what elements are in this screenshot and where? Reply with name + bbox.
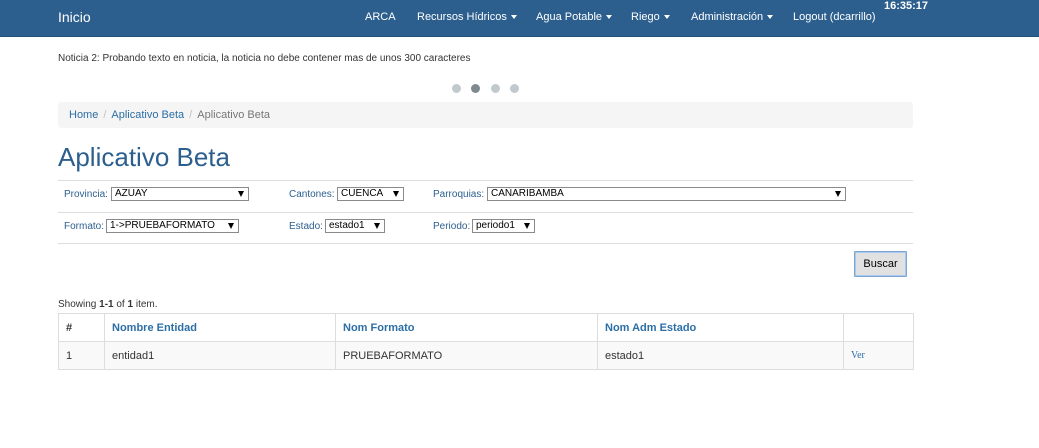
summary-range: 1-1 <box>99 299 114 310</box>
table-header-row: # Nombre Entidad Nom Formato Nom Adm Est… <box>58 313 914 342</box>
nav-item-label: Agua Potable <box>536 11 603 23</box>
nav-item-riego[interactable]: Riego <box>631 11 670 23</box>
caret-down-icon <box>510 15 517 20</box>
carousel-dot-4[interactable] <box>510 84 519 93</box>
periodo-value: periodo1 <box>476 220 515 231</box>
formato-select[interactable]: 1->PRUEBAFORMATO <box>106 219 239 233</box>
dropdown-arrow-icon <box>238 191 244 197</box>
formato-value: 1->PRUEBAFORMATO <box>110 220 215 231</box>
dropdown-arrow-icon <box>524 223 530 229</box>
periodo-label: Periodo: <box>433 221 471 232</box>
table-row: 1 entidad1 PRUEBAFORMATO estado1 Ver <box>58 341 914 370</box>
view-link[interactable]: Ver <box>843 341 914 370</box>
nav-item-agua-potable[interactable]: Agua Potable <box>536 11 613 23</box>
cell-nom-adm-estado: estado1 <box>597 341 844 370</box>
caret-down-icon <box>767 15 774 20</box>
nav-item-arca[interactable]: ARCA <box>365 11 396 23</box>
cell-nombre-entidad: entidad1 <box>104 341 336 370</box>
periodo-select[interactable]: periodo1 <box>472 219 535 233</box>
cell-number: 1 <box>58 341 105 370</box>
cantones-label: Cantones: <box>289 189 335 200</box>
estado-select[interactable]: estado1 <box>325 219 385 233</box>
summary-prefix: Showing <box>58 299 100 310</box>
column-header-nom-adm-estado[interactable]: Nom Adm Estado <box>597 313 844 342</box>
results-table: # Nombre Entidad Nom Formato Nom Adm Est… <box>58 313 914 370</box>
column-header-number: # <box>58 313 105 342</box>
filter-row-format: Formato: 1->PRUEBAFORMATO Estado: estado… <box>58 212 913 244</box>
breadcrumb-current: Aplicativo Beta <box>197 109 270 121</box>
estado-label: Estado: <box>289 221 323 232</box>
dropdown-arrow-icon <box>228 223 234 229</box>
breadcrumb: Home / Aplicativo Beta / Aplicativo Beta <box>58 102 913 128</box>
estado-value: estado1 <box>329 220 365 231</box>
summary-middle: of <box>113 299 128 310</box>
caret-down-icon <box>663 15 670 20</box>
dropdown-arrow-icon <box>835 191 841 197</box>
search-button[interactable]: Buscar <box>854 251 907 277</box>
provincia-select[interactable]: AZUAY <box>111 187 249 201</box>
top-navbar: Inicio ARCA Recursos Hídricos Agua Potab… <box>0 0 1039 37</box>
breadcrumb-separator: / <box>103 109 107 121</box>
nav-item-label: Riego <box>631 11 660 23</box>
caret-down-icon <box>606 15 613 20</box>
parroquias-label: Parroquias: <box>433 189 485 200</box>
dropdown-arrow-icon <box>374 223 380 229</box>
clock-display: 16:35:17 <box>884 0 929 12</box>
formato-label: Formato: <box>64 221 105 232</box>
summary-suffix: item. <box>133 299 158 310</box>
nav-item-label: Recursos Hídricos <box>417 11 507 23</box>
cell-nom-formato: PRUEBAFORMATO <box>335 341 598 370</box>
nav-item-label: Logout (dcarrillo) <box>793 11 876 23</box>
nav-item-label: Administración <box>691 11 764 23</box>
dropdown-arrow-icon <box>393 191 399 197</box>
column-header-actions <box>843 313 914 342</box>
carousel-dot-2[interactable] <box>471 84 480 93</box>
page-title: Aplicativo Beta <box>58 142 230 172</box>
provincia-label: Provincia: <box>64 189 108 200</box>
column-header-nombre-entidad[interactable]: Nombre Entidad <box>104 313 336 342</box>
column-header-nom-formato[interactable]: Nom Formato <box>335 313 598 342</box>
nav-item-logout[interactable]: Logout (dcarrillo) <box>793 11 876 23</box>
breadcrumb-aplicativo-link[interactable]: Aplicativo Beta <box>111 109 184 121</box>
cantones-select[interactable]: CUENCA <box>337 187 404 201</box>
nav-item-label: ARCA <box>365 11 396 23</box>
breadcrumb-home-link[interactable]: Home <box>69 109 98 121</box>
provincia-value: AZUAY <box>115 188 148 199</box>
parroquias-select[interactable]: CAÑARIBAMBA <box>487 187 846 201</box>
nav-item-recursos-hidricos[interactable]: Recursos Hídricos <box>417 11 517 23</box>
parroquias-value: CAÑARIBAMBA <box>491 188 564 199</box>
results-summary: Showing 1-1 of 1 item. <box>58 299 158 310</box>
carousel-dot-3[interactable] <box>491 84 500 93</box>
nav-item-administracion[interactable]: Administración <box>691 11 774 23</box>
carousel-dot-1[interactable] <box>452 84 461 93</box>
breadcrumb-separator: / <box>189 109 193 121</box>
cantones-value: CUENCA <box>341 188 384 199</box>
news-text: Noticia 2: Probando texto en noticia, la… <box>58 53 471 64</box>
filter-row-location: Provincia: AZUAY Cantones: CUENCA Parroq… <box>58 180 913 212</box>
brand-home-link[interactable]: Inicio <box>58 9 91 25</box>
